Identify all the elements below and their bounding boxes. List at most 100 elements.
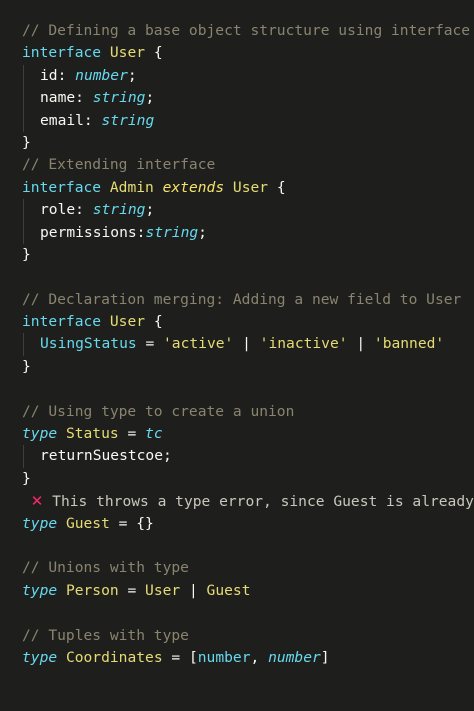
indent-guide [23, 199, 40, 222]
type-annotation: number [197, 648, 251, 666]
type-annotation: string [92, 89, 146, 107]
closing-brace: } [22, 357, 31, 375]
property-name: permissions: [40, 223, 146, 241]
type-name: Coordinates [65, 648, 163, 666]
type-value: tc [145, 425, 163, 443]
code-line: role: string; [22, 199, 474, 222]
property-name: UsingStatus [40, 335, 137, 353]
operator: = [118, 425, 146, 443]
type-annotation: number [268, 648, 321, 666]
code-line: name: string; [22, 87, 474, 110]
code-line: } [22, 244, 474, 266]
closing-brace: } [22, 469, 31, 487]
keyword: type [22, 514, 58, 532]
indent-guide [23, 445, 40, 468]
closing-brace: } [22, 133, 31, 151]
string-literal: 'active' [163, 335, 234, 353]
extends-keyword: extends [162, 178, 225, 196]
code-line: // Unions with type [22, 557, 474, 579]
code-line: email: string [22, 109, 474, 132]
punctuation: { [145, 313, 163, 331]
error-x-icon: ✕ [30, 492, 44, 511]
operator: | [233, 335, 260, 353]
type-name: Admin [109, 178, 154, 196]
punctuation: { [268, 178, 286, 196]
comment: // Defining a base object structure usin… [22, 22, 471, 39]
indent-guide [23, 64, 40, 88]
keyword: type [22, 425, 58, 443]
keyword: type [22, 648, 58, 666]
operator: = [118, 581, 146, 599]
operator: | [180, 581, 207, 599]
code-line: // Defining a base object structure usin… [22, 20, 474, 42]
punctuation: , [250, 648, 269, 666]
type-annotation: string [92, 201, 146, 219]
keyword: type [22, 581, 58, 599]
code-editor[interactable]: // Defining a base object structure usin… [0, 0, 474, 711]
code-line: } [22, 132, 474, 154]
code-text: returnSuestcoe; [40, 447, 172, 465]
code-line: type Coordinates = [number, number] [22, 647, 474, 669]
type-annotation: string [101, 111, 155, 129]
code-line: UsingStatus = 'active' | 'inactive' | 'b… [22, 333, 474, 356]
type-annotation: number [75, 66, 128, 84]
punctuation: ; [145, 89, 155, 107]
property-name: id: [40, 66, 76, 84]
comment: // Using type to create a union [22, 402, 295, 420]
property-name: email: [40, 111, 102, 129]
operator: = [162, 648, 189, 666]
code-line: type Status = tc [22, 423, 474, 445]
punctuation: ; [198, 223, 207, 241]
code-line: returnSuestcoe; [22, 445, 474, 468]
type-name: User [109, 313, 146, 331]
indent-guide [23, 87, 40, 110]
code-line: permissions:string; [22, 221, 474, 244]
closing-brace: } [22, 245, 31, 263]
type-name: User [232, 178, 269, 196]
code-text: = {} [109, 514, 154, 532]
string-literal: 'inactive' [259, 335, 348, 353]
code-line: } [22, 356, 474, 378]
operator: | [347, 335, 374, 353]
indent-guide [23, 109, 40, 132]
punctuation: [ [188, 648, 198, 666]
comment: // Declaration merging: Adding a new fie… [22, 290, 462, 308]
property-name: name: [40, 89, 93, 107]
string-literal: 'banned' [373, 335, 445, 353]
comment: // Tuples with type [22, 626, 189, 644]
punctuation: { [145, 44, 163, 62]
keyword: interface [22, 44, 102, 62]
type-name: Guest [65, 514, 110, 532]
punctuation: ; [127, 66, 137, 84]
type-name: User [109, 44, 146, 62]
keyword: interface [22, 178, 102, 196]
error-line: ✕ This throws a type error, since Guest … [22, 490, 474, 512]
keyword: interface [22, 313, 102, 331]
code-line: type Guest = {} [22, 513, 474, 535]
type-annotation: string [145, 223, 199, 241]
code-line: id: number; [22, 64, 474, 88]
code-line: interface User { [22, 42, 474, 64]
code-line: type Person = User | Guest [22, 580, 474, 602]
property-name: role: [40, 201, 93, 219]
code-line: // Tuples with type [22, 625, 474, 647]
code-line: interface Admin extends User { [22, 177, 474, 199]
comment: // Extending interface [22, 156, 216, 174]
comment: // Unions with type [22, 559, 189, 577]
indent-guide [23, 333, 40, 356]
code-line: // Using type to create a union [22, 401, 474, 423]
type-name: Guest [206, 581, 251, 599]
code-line: // Declaration merging: Adding a new fie… [22, 289, 474, 311]
code-line: } [22, 468, 474, 490]
punctuation: ] [320, 648, 330, 666]
punctuation: ; [145, 201, 155, 219]
indent-guide [23, 221, 40, 244]
code-line: interface User { [22, 311, 474, 333]
type-name: Person [65, 581, 119, 599]
code-line: // Extending interface [22, 154, 474, 176]
type-name: Status [65, 425, 119, 443]
error-message: This throws a type error, since Guest is… [52, 493, 474, 511]
